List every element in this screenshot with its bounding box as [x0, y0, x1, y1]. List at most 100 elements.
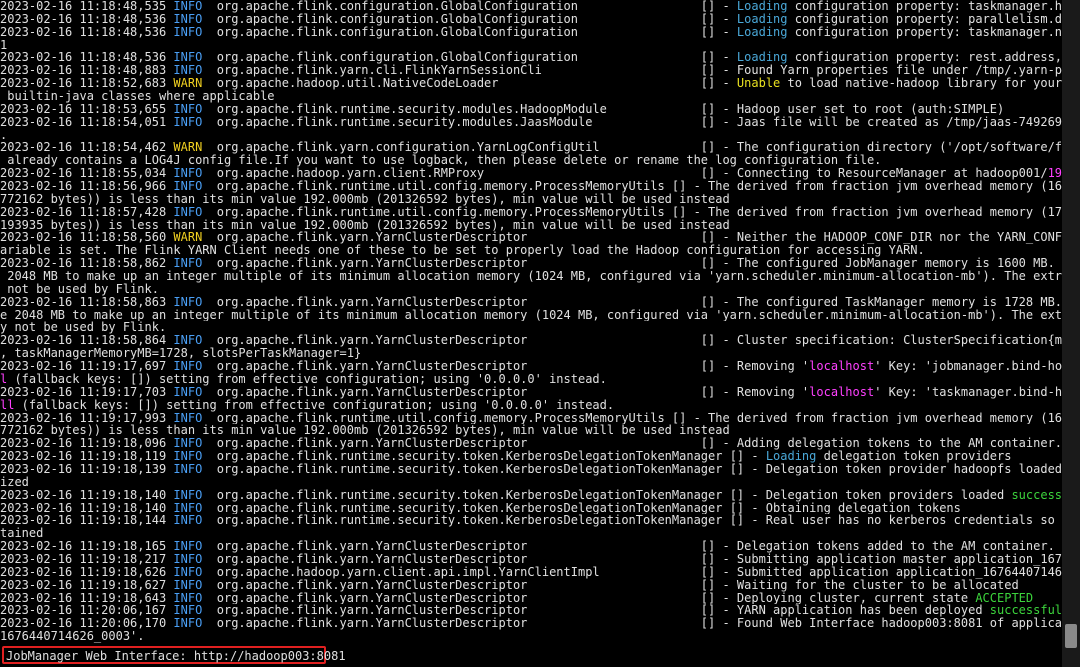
scroll-thumb[interactable]: [1065, 624, 1077, 648]
log-segment: INFO: [173, 578, 210, 592]
log-segment: Loading: [736, 51, 788, 65]
log-segment: (fallback keys: []) setting from effecti…: [14, 398, 615, 412]
log-segment: org.apache.flink.yarn.YarnClusterDescrip…: [209, 385, 810, 399]
log-segment: 2023-02-16 11:19:18,627: [0, 578, 174, 592]
log-segment: .: [0, 128, 8, 142]
terminal-output[interactable]: 2023-02-16 11:18:48,535 INFO org.apache.…: [0, 0, 1062, 667]
log-segment: org.apache.flink.yarn.YarnClusterDescrip…: [216, 617, 1062, 631]
log-segment: INFO: [173, 64, 210, 78]
log-segment: localhost: [809, 360, 875, 373]
log-line: 2023-02-16 11:18:58,560 WARN org.apache.…: [0, 231, 1062, 244]
log-segment: org.apache.flink.yarn.YarnClusterDescrip…: [209, 437, 1062, 451]
log-segment: successfully: [989, 604, 1062, 618]
log-segment: localhost: [809, 385, 875, 399]
log-segment: 2023-02-16 11:18:48,883: [0, 64, 174, 78]
scrollbar[interactable]: [1062, 0, 1080, 667]
log-segment: not be used by Flink.: [0, 282, 159, 296]
log-segment: org.apache.flink.yarn.configuration.Yarn…: [216, 141, 1062, 155]
log-line: 772162 bytes)) is less than its min valu…: [0, 193, 1062, 206]
log-segment: 2023-02-16 11:19:17,993: [0, 411, 174, 425]
log-line: 2023-02-16 11:20:06,167 INFO org.apache.…: [0, 604, 1062, 617]
log-line: 2023-02-16 11:18:57,428 INFO org.apache.…: [0, 206, 1062, 219]
log-segment: WARN: [173, 141, 210, 155]
log-segment: INFO: [173, 180, 210, 193]
log-segment: , taskManagerMemoryMB=1728, slotsPerTask…: [0, 347, 362, 361]
log-segment: 2023-02-16 11:19:17,697: [0, 360, 174, 373]
log-line: 2023-02-16 11:18:48,536 INFO org.apache.…: [0, 13, 1062, 26]
log-line: .: [0, 129, 1062, 142]
jobmanager-web-interface-line[interactable]: JobManager Web Interface: http://hadoop0…: [6, 649, 346, 663]
log-segment: Loading: [765, 450, 817, 463]
log-segment: org.apache.hadoop.yarn.client.RMProxy []…: [209, 167, 1048, 181]
log-line: 2023-02-16 11:19:18,643 INFO org.apache.…: [0, 592, 1062, 605]
log-line: 2023-02-16 11:19:18,140 INFO org.apache.…: [0, 502, 1062, 515]
log-segment: (fallback keys: []) setting from effecti…: [7, 372, 607, 386]
log-segment: 2023-02-16 11:19:18,144: [0, 514, 174, 528]
log-line: 2048 MB to make up an integer multiple o…: [0, 270, 1062, 283]
log-segment: WARN: [173, 77, 210, 91]
log-line: 2023-02-16 11:18:48,535 INFO org.apache.…: [0, 0, 1062, 13]
log-line: 2023-02-16 11:19:17,703 INFO org.apache.…: [0, 386, 1062, 399]
log-line: 2023-02-16 11:19:17,697 INFO org.apache.…: [0, 360, 1062, 373]
log-line: 2023-02-16 11:18:52,683 WARN org.apache.…: [0, 77, 1062, 90]
log-segment: ll: [0, 398, 15, 412]
highlight-box: JobManager Web Interface: http://hadoop0…: [2, 646, 346, 664]
log-line: , taskManagerMemoryMB=1728, slotsPerTask…: [0, 347, 1062, 360]
log-segment: configuration property: parallelism.defa…: [794, 12, 1062, 26]
log-line: 2023-02-16 11:19:18,626 INFO org.apache.…: [0, 566, 1062, 579]
log-segment: org.apache.flink.yarn.YarnClusterDescrip…: [216, 257, 1055, 271]
log-segment: INFO: [173, 565, 210, 579]
log-segment: 2023-02-16 11:19:17,703: [0, 385, 174, 399]
log-line: 2023-02-16 11:19:18,119 INFO org.apache.…: [0, 450, 1062, 463]
log-segment: ' Key: 'jobmanager.bind-host' , default:: [874, 360, 1062, 373]
log-segment: INFO: [173, 617, 210, 631]
log-line: 772162 bytes)) is less than its min valu…: [0, 424, 1062, 437]
log-segment: 2023-02-16 11:18:57,428: [0, 205, 174, 219]
log-segment: org.apache.flink.configuration.GlobalCon…: [209, 25, 737, 39]
log-line: 2023-02-16 11:18:54,462 WARN org.apache.…: [0, 141, 1062, 154]
log-segment: configuration property: taskmanager.numb…: [794, 25, 1062, 39]
log-segment: org.apache.flink.configuration.GlobalCon…: [209, 12, 737, 26]
log-segment: 2023-02-16 11:18:48,536: [0, 25, 174, 39]
log-segment: org.apache.flink.runtime.security.module…: [209, 102, 1005, 116]
log-segment: org.apache.flink.runtime.security.module…: [216, 115, 1062, 129]
log-segment: 192.168.197.136: [1047, 167, 1062, 181]
log-segment: org.apache.flink.yarn.YarnClusterDescrip…: [216, 295, 1062, 309]
log-segment: to load native-hadoop library for your p…: [787, 77, 1063, 91]
log-segment: y not be used by Flink.: [0, 321, 167, 335]
log-segment: INFO: [173, 115, 210, 129]
log-segment: 2023-02-16 11:19:18,096: [0, 437, 174, 451]
log-segment: 2023-02-16 11:18:52,683: [0, 77, 174, 91]
log-segment: org.apache.flink.runtime.util.config.mem…: [209, 180, 1062, 193]
log-segment: ' Key: 'taskmanager.bind-host' , default…: [874, 385, 1062, 399]
log-segment: 2023-02-16 11:18:48,535: [0, 0, 174, 13]
log-segment: configuration property: taskmanager.host…: [794, 0, 1062, 13]
log-line: ized: [0, 476, 1062, 489]
log-line: 2023-02-16 11:19:18,627 INFO org.apache.…: [0, 579, 1062, 592]
log-segment: 1676440714626_0003'.: [0, 630, 145, 643]
log-line: 2023-02-16 11:18:54,051 INFO org.apache.…: [0, 116, 1062, 129]
log-segment: delegation token providers: [816, 450, 1012, 463]
log-segment: 2023-02-16 11:18:54,051: [0, 115, 174, 129]
log-segment: INFO: [173, 604, 210, 618]
log-segment: 2023-02-16 11:18:56,966: [0, 180, 174, 193]
log-segment: 2023-02-16 11:18:55,034: [0, 167, 174, 181]
log-segment: org.apache.flink.yarn.YarnClusterDescrip…: [216, 334, 1062, 348]
log-line: 2023-02-16 11:18:58,862 INFO org.apache.…: [0, 257, 1062, 270]
log-segment: INFO: [173, 450, 210, 463]
log-line: already contains a LOG4J config file.If …: [0, 154, 1062, 167]
log-segment: 2023-02-16 11:18:58,862: [0, 257, 174, 271]
log-segment: Loading: [736, 25, 788, 39]
log-segment: already contains a LOG4J config file.If …: [0, 154, 882, 168]
log-segment: INFO: [173, 51, 210, 65]
log-segment: INFO: [173, 437, 210, 451]
log-line: 2023-02-16 11:19:17,993 INFO org.apache.…: [0, 412, 1062, 425]
log-segment: 1: [0, 38, 8, 52]
log-line: 193935 bytes)) is less than its min valu…: [0, 219, 1062, 232]
log-segment: 2023-02-16 11:18:53,655: [0, 102, 174, 116]
log-line: ll (fallback keys: []) setting from effe…: [0, 399, 1062, 412]
log-segment: org.apache.flink.runtime.security.token.…: [209, 501, 961, 515]
log-segment: org.apache.flink.runtime.util.config.mem…: [209, 411, 1062, 425]
log-segment: Loading: [736, 12, 788, 26]
log-segment: org.apache.flink.runtime.security.token.…: [209, 462, 1062, 476]
